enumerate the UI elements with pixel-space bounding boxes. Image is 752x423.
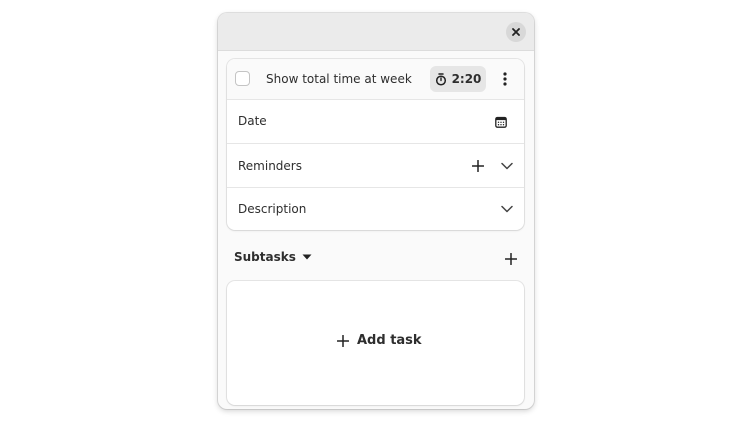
task-details-window: Show total time at week 2:20 Date Remind… (218, 13, 534, 409)
task-menu-button[interactable] (495, 67, 515, 91)
add-task-label: Add task (357, 333, 422, 348)
date-row[interactable]: Date (227, 100, 524, 144)
calendar-icon (495, 116, 507, 128)
description-label: Description (238, 202, 307, 216)
task-details-card: Show total time at week 2:20 Date Remind… (227, 59, 524, 230)
add-subtask-button[interactable] (501, 249, 521, 269)
reminders-label: Reminders (238, 159, 302, 173)
reminders-expand-button[interactable] (499, 158, 515, 174)
plus-icon (337, 334, 349, 347)
add-reminder-button[interactable] (470, 158, 486, 174)
close-icon (512, 28, 520, 36)
vertical-ellipsis-icon (503, 72, 507, 86)
header-bar (218, 13, 534, 51)
chevron-down-icon (501, 162, 513, 170)
plus-icon (505, 253, 517, 265)
stopwatch-icon (435, 72, 446, 86)
add-task-button[interactable]: Add task (337, 333, 422, 348)
subtasks-list: Add task (227, 281, 524, 405)
timer-value: 2:20 (451, 72, 482, 86)
date-picker-button[interactable] (493, 114, 509, 130)
task-row: Show total time at week 2:20 (227, 59, 524, 100)
task-title[interactable]: Show total time at week (266, 72, 412, 86)
timer-button[interactable]: 2:20 (430, 66, 486, 92)
caret-down-icon (302, 254, 312, 260)
reminders-row[interactable]: Reminders (227, 144, 524, 188)
date-label: Date (238, 114, 267, 128)
description-expand-button[interactable] (499, 201, 515, 217)
subtasks-dropdown[interactable]: Subtasks (234, 250, 312, 264)
subtasks-label: Subtasks (234, 250, 296, 264)
close-button[interactable] (506, 22, 526, 42)
chevron-down-icon (501, 205, 513, 213)
task-complete-checkbox[interactable] (235, 71, 250, 86)
description-row[interactable]: Description (227, 188, 524, 230)
plus-icon (472, 160, 484, 172)
